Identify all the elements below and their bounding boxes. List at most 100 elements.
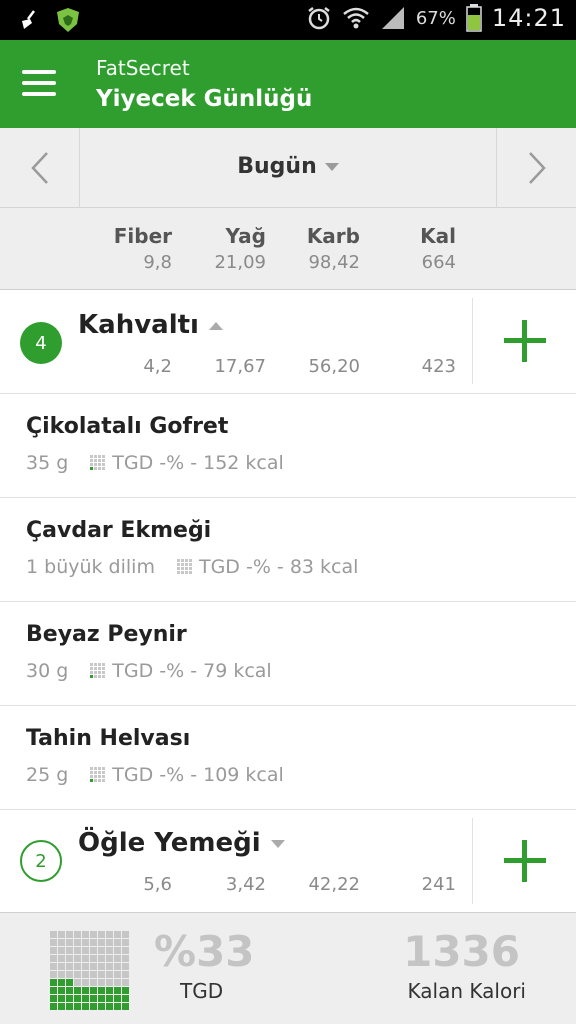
rdi-progress-grid xyxy=(50,931,129,1010)
rdi-grid-cell xyxy=(90,939,97,946)
rdi-grid-cell xyxy=(90,947,97,954)
meal-title-lunch[interactable]: Öğle Yemeği xyxy=(78,828,285,858)
rdi-grid-cell xyxy=(106,955,113,962)
rdi-grid-cell xyxy=(122,955,129,962)
rdi-grid-cell xyxy=(98,963,105,970)
broom-icon xyxy=(22,10,35,29)
rdi-grid-cell xyxy=(122,963,129,970)
rdi-grid-cell xyxy=(90,971,97,978)
food-quantity: 25 g xyxy=(26,764,69,786)
rdi-grid-cell xyxy=(106,963,113,970)
rdi-grid-cell xyxy=(58,971,65,978)
meal-carb: 56,20 xyxy=(308,356,360,377)
rdi-grid-cell xyxy=(74,995,81,1002)
rdi-grid-cell xyxy=(82,1003,89,1010)
food-item[interactable]: Çavdar Ekmeği 1 büyük dilim TGD -% - 83 … xyxy=(0,498,576,602)
rdi-label: TGD xyxy=(180,979,224,1003)
plus-icon xyxy=(503,840,546,882)
rdi-grid-cell xyxy=(122,1003,129,1010)
rdi-grid-cell xyxy=(122,971,129,978)
add-food-button[interactable] xyxy=(472,818,576,904)
plus-icon xyxy=(503,320,546,362)
rdi-grid-cell xyxy=(82,971,89,978)
meal-fat: 17,67 xyxy=(214,356,266,377)
total-fat: 21,09 xyxy=(214,252,266,273)
meal-fat: 3,42 xyxy=(225,874,266,895)
rdi-grid-cell xyxy=(66,963,73,970)
header-calories: Kal xyxy=(420,224,456,248)
rdi-grid-cell xyxy=(50,947,57,954)
rdi-grid-cell xyxy=(50,995,57,1002)
rdi-grid-cell xyxy=(82,947,89,954)
rdi-grid-cell xyxy=(114,979,121,986)
daily-progress-bar: %33 TGD 1336 Kalan Kalori xyxy=(0,912,576,1024)
total-calories: 664 xyxy=(421,252,456,273)
rdi-grid-cell xyxy=(66,971,73,978)
rdi-grid-cell xyxy=(58,1003,65,1010)
rdi-percent: %33 xyxy=(154,927,255,976)
rdi-grid-cell xyxy=(114,995,121,1002)
rdi-grid-cell xyxy=(58,931,65,938)
food-name: Tahin Helvası xyxy=(26,726,191,751)
meal-header-lunch: 2 Öğle Yemeği 5,6 3,42 42,22 241 xyxy=(0,810,576,914)
rdi-grid-cell xyxy=(98,971,105,978)
rdi-grid-cell xyxy=(122,931,129,938)
status-bar: 67% 14:21 xyxy=(0,0,576,40)
rdi-grid-cell xyxy=(58,995,65,1002)
rdi-grid-cell xyxy=(122,995,129,1002)
food-item[interactable]: Tahin Helvası 25 g TGD -% - 109 kcal xyxy=(0,706,576,810)
rdi-grid-cell xyxy=(82,955,89,962)
meal-title-breakfast[interactable]: Kahvaltı xyxy=(78,310,223,340)
rdi-grid-cell xyxy=(50,987,57,994)
rdi-grid-cell xyxy=(90,955,97,962)
rdi-grid-cell xyxy=(106,979,113,986)
menu-icon[interactable] xyxy=(22,70,56,96)
rdi-grid-cell xyxy=(90,1003,97,1010)
total-carb: 98,42 xyxy=(308,252,360,273)
rdi-grid-cell xyxy=(82,995,89,1002)
rdi-grid-cell xyxy=(58,939,65,946)
expand-icon xyxy=(270,839,285,848)
meal-item-count-badge: 4 xyxy=(20,322,62,364)
rdi-grid-cell xyxy=(66,1003,73,1010)
wifi-icon xyxy=(343,7,369,29)
previous-day-button[interactable] xyxy=(0,128,80,208)
rdi-grid-cell xyxy=(90,995,97,1002)
rdi-grid-cell xyxy=(50,979,57,986)
rdi-grid-cell xyxy=(58,955,65,962)
battery-icon xyxy=(466,4,482,32)
daily-summary: Fiber Yağ Karb Kal 9,8 21,09 98,42 664 xyxy=(0,208,576,290)
rdi-grid-cell xyxy=(106,931,113,938)
rdi-grid-cell xyxy=(66,987,73,994)
food-quantity: 1 büyük dilim xyxy=(26,556,155,578)
shield-icon xyxy=(57,8,79,32)
rdi-grid-cell xyxy=(98,947,105,954)
date-navigator: Bugün xyxy=(0,128,576,208)
rdi-grid-cell xyxy=(82,931,89,938)
food-quantity: 35 g xyxy=(26,452,69,474)
rdi-grid-cell xyxy=(66,979,73,986)
food-quantity: 30 g xyxy=(26,660,69,682)
header-fiber: Fiber xyxy=(113,224,172,248)
rdi-grid-cell xyxy=(58,979,65,986)
food-item[interactable]: Beyaz Peynir 30 g TGD -% - 79 kcal xyxy=(0,602,576,706)
meal-fiber: 5,6 xyxy=(143,874,172,895)
next-day-button[interactable] xyxy=(496,128,576,208)
rdi-grid-cell xyxy=(74,987,81,994)
rdi-grid-cell xyxy=(66,995,73,1002)
date-label: Bugün xyxy=(237,154,317,179)
rdi-grid-cell xyxy=(74,979,81,986)
rdi-grid-cell xyxy=(58,987,65,994)
rdi-grid-cell xyxy=(98,955,105,962)
remaining-calories-label: Kalan Kalori xyxy=(407,979,526,1003)
food-item[interactable]: Çikolatalı Gofret 35 g TGD -% - 152 kcal xyxy=(0,394,576,498)
meal-calories: 241 xyxy=(421,874,456,895)
rdi-grid-cell xyxy=(50,971,57,978)
add-food-button[interactable] xyxy=(472,298,576,384)
rdi-grid-cell xyxy=(74,963,81,970)
rdi-grid-cell xyxy=(74,939,81,946)
rdi-grid-cell xyxy=(114,939,121,946)
rdi-grid-cell xyxy=(98,979,105,986)
date-selector[interactable]: Bugün xyxy=(200,154,376,179)
rdi-grid-icon xyxy=(176,559,192,574)
